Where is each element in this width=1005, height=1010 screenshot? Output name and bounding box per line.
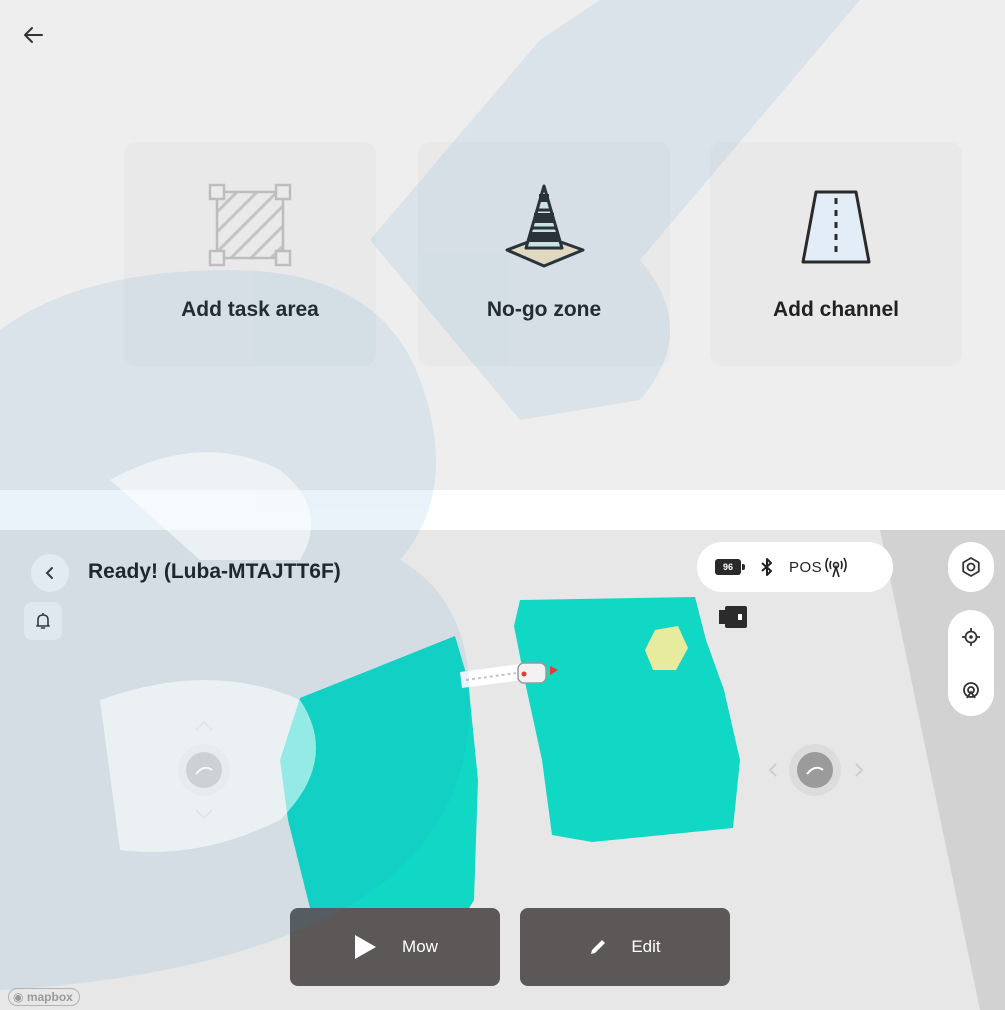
mow-label: Mow [402, 937, 438, 956]
right-joystick[interactable] [768, 744, 864, 796]
add-channel-card[interactable]: Add channel [710, 142, 962, 366]
panel-divider [0, 490, 1005, 530]
edit-label: Edit [631, 937, 661, 956]
pencil-icon [591, 940, 606, 954]
charging-station-icon[interactable] [719, 606, 747, 628]
rtk-station-icon[interactable] [961, 680, 981, 700]
card-label: Add channel [772, 298, 899, 321]
card-label: No-go zone [486, 298, 602, 321]
battery-level: 96 [722, 562, 733, 572]
add-task-area-card[interactable]: Add task area [124, 142, 376, 366]
rtk-signal-icon [825, 557, 847, 578]
notifications-button[interactable] [24, 602, 62, 640]
arrow-left-icon [24, 27, 43, 43]
left-joystick[interactable] [178, 720, 230, 820]
no-go-zone-card[interactable]: No-go zone [418, 142, 670, 366]
map-controls [948, 610, 994, 716]
gear-icon [962, 557, 980, 577]
bluetooth-icon [761, 558, 772, 576]
map-canvas[interactable] [0, 530, 1005, 1010]
channel-road-icon [710, 182, 962, 272]
card-label: Add task area [181, 298, 319, 321]
settings-button[interactable] [948, 542, 994, 592]
back-button[interactable] [18, 20, 48, 50]
pos-label: POS [789, 558, 823, 576]
traffic-cone-icon [418, 182, 670, 272]
edit-button[interactable]: Edit [520, 908, 730, 986]
chevron-left-icon [45, 567, 53, 579]
map-road [880, 530, 1005, 1010]
map-view[interactable]: Ready! (Luba-MTAJTT6F) 96 POS Mow Edit ◉… [0, 530, 1005, 1010]
map-back-button[interactable] [31, 554, 69, 592]
mow-button[interactable]: Mow [290, 908, 500, 986]
mapbox-attribution[interactable]: ◉ mapbox [8, 988, 80, 1006]
work-zone-right[interactable] [514, 597, 740, 842]
attribution-label: mapbox [26, 990, 73, 1004]
battery-icon: 96 [715, 559, 745, 575]
bell-icon [36, 613, 50, 629]
locate-icon[interactable] [961, 627, 981, 647]
add-element-panel: Add task area No-go zone Add channel [0, 0, 1005, 490]
play-icon [355, 935, 377, 959]
device-status-title: Ready! (Luba-MTAJTT6F) [88, 560, 341, 583]
task-area-icon [124, 182, 376, 272]
work-zone-left[interactable] [280, 636, 478, 910]
device-status-bar: 96 POS [697, 542, 893, 592]
mapbox-logo-icon: ◉ [13, 990, 24, 1004]
